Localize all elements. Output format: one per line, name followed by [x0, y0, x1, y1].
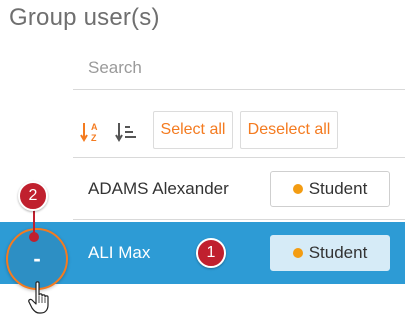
role-dot-icon — [292, 184, 303, 194]
role-button[interactable]: Student — [270, 235, 390, 271]
role-button[interactable]: Student — [270, 171, 390, 207]
user-name: ADAMS Alexander — [88, 179, 229, 198]
annotation-badge-1: 1 — [196, 238, 226, 268]
page-title: Group user(s) — [9, 4, 160, 31]
toolbar: A Z Select all Deselect all — [73, 103, 405, 158]
role-dot-icon — [292, 248, 303, 258]
sort-alpha-icon[interactable]: A Z — [80, 120, 102, 144]
svg-text:A: A — [91, 122, 98, 132]
select-all-button[interactable]: Select all — [153, 111, 233, 149]
annotation-badge-2: 2 — [18, 181, 48, 211]
hand-cursor-icon — [28, 281, 49, 314]
annotation-pointer-dot — [29, 232, 39, 242]
search-input[interactable] — [73, 46, 405, 90]
user-row-ali[interactable]: ALI Max Student — [73, 222, 405, 284]
sort-list-icon[interactable] — [115, 120, 137, 144]
user-row-adams[interactable]: ADAMS Alexander Student — [73, 158, 405, 220]
deselect-all-button[interactable]: Deselect all — [240, 111, 338, 149]
role-label: Student — [308, 179, 368, 198]
role-label: Student — [308, 243, 368, 262]
svg-text:Z: Z — [91, 133, 97, 143]
user-name: ALI Max — [88, 243, 151, 262]
